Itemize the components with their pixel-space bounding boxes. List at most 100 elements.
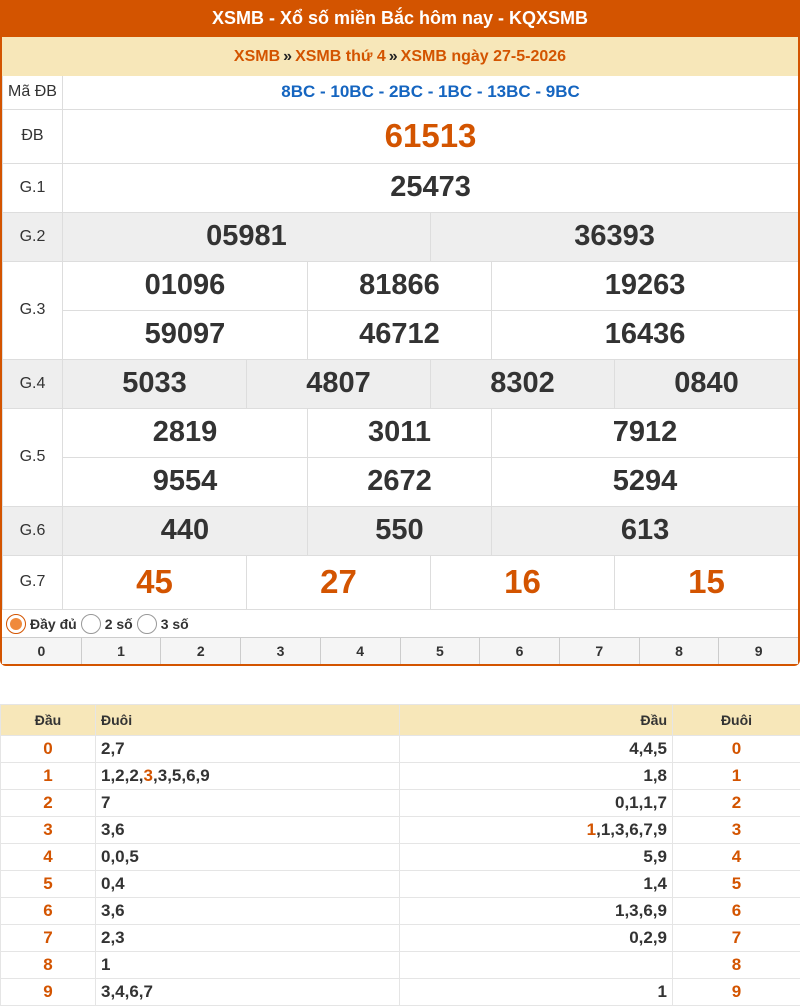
breadcrumb: XSMB» XSMB thứ 4» XSMB ngày 27-5-2026 bbox=[2, 37, 798, 76]
head-values-text: 0,2,9 bbox=[629, 928, 667, 947]
col-header-dau: Đầu bbox=[0, 704, 96, 736]
option-two-digits[interactable]: 2 số bbox=[80, 613, 133, 634]
tail-values-text: 3,6 bbox=[101, 901, 125, 920]
tail-values: 1,2,2,3,3,5,6,9 bbox=[95, 762, 400, 790]
prize-g4-number: 0840 bbox=[613, 358, 798, 409]
loto-head-tail-table: Đầu Đuôi Đầu Đuôi 0 2,7 4,4,5 0 1 1,2,2,3,3,5… bbox=[0, 704, 800, 1006]
prize-g3-number: 81866 bbox=[307, 260, 492, 311]
tail-digit: 2 bbox=[672, 789, 800, 817]
breadcrumb-separator: » bbox=[388, 48, 398, 65]
prize-g3-number: 59097 bbox=[62, 309, 308, 360]
table-row: 818 bbox=[0, 951, 800, 979]
prize-g5-number: 9554 bbox=[62, 456, 308, 507]
tail-values: 3,6 bbox=[95, 816, 400, 844]
display-options: Đầy đủ 2 số 3 số bbox=[2, 610, 798, 637]
head-values-text: 0,1,1,7 bbox=[615, 793, 667, 812]
tail-values: 2,3 bbox=[95, 924, 400, 952]
tail-digit: 4 bbox=[672, 843, 800, 871]
head-digit: 7 bbox=[0, 924, 96, 952]
table-row: 0 2,7 4,4,5 0 bbox=[0, 735, 800, 763]
prize-label-g1: G.1 bbox=[2, 162, 63, 213]
madb-value: 8BC - 10BC - 2BC - 1BC - 13BC - 9BC bbox=[61, 76, 798, 110]
prize-g6-number: 550 bbox=[307, 505, 492, 556]
head-digit: 8 bbox=[0, 951, 96, 979]
head-digit: 4 bbox=[0, 843, 96, 871]
table-row: 1 1,2,2,3,3,5,6,9 1,8 1 bbox=[0, 762, 800, 790]
tail-values: 3,6 bbox=[95, 897, 400, 925]
prize-g5-number: 2819 bbox=[62, 407, 308, 458]
head-values-text: ,1,3,6,7,9 bbox=[596, 820, 667, 839]
option-two-digits-label: 2 số bbox=[104, 615, 133, 632]
head-values: 1,4 bbox=[399, 870, 673, 898]
digit-filter-4[interactable]: 4 bbox=[321, 638, 401, 664]
col-header-duoi: Đuôi bbox=[95, 704, 400, 736]
tail-digit: 6 bbox=[672, 897, 800, 925]
prize-g5-number: 5294 bbox=[490, 456, 798, 507]
tail-values-text: ,3,5,6,9 bbox=[153, 766, 210, 785]
prize-g2-number: 36393 bbox=[429, 211, 798, 262]
tail-values-text: 3,4,6,7 bbox=[101, 982, 153, 1001]
tail-values: 1 bbox=[95, 951, 400, 979]
prize-label-g2: G.2 bbox=[2, 211, 63, 262]
digit-filter-5[interactable]: 5 bbox=[401, 638, 481, 664]
head-values: 0,1,1,7 bbox=[399, 789, 673, 817]
results-table: Mã ĐB 8BC - 10BC - 2BC - 1BC - 13BC - 9B… bbox=[2, 76, 798, 610]
prize-g5-number: 7912 bbox=[490, 407, 798, 458]
tail-digit: 3 bbox=[672, 816, 800, 844]
prize-g6-number: 613 bbox=[490, 505, 798, 556]
tail-values-highlight: 3 bbox=[143, 766, 154, 785]
tail-digit: 9 bbox=[672, 978, 800, 1006]
prize-label-g4: G.4 bbox=[2, 358, 63, 409]
radio-full-selected[interactable] bbox=[6, 613, 26, 634]
head-values-text: 1 bbox=[657, 982, 667, 1001]
head-digit: 9 bbox=[0, 978, 96, 1006]
head-values-text: 5,9 bbox=[643, 847, 667, 866]
radio-two-digits[interactable] bbox=[80, 613, 101, 634]
head-values-highlight: 1 bbox=[586, 820, 597, 839]
head-values: 5,9 bbox=[399, 843, 673, 871]
digit-filter-3[interactable]: 3 bbox=[241, 638, 321, 664]
madb-label: Mã ĐB bbox=[2, 76, 63, 110]
digit-filter-1[interactable]: 1 bbox=[82, 638, 162, 664]
tail-values: 0,4 bbox=[95, 870, 400, 898]
breadcrumb-date-link[interactable]: XSMB ngày 27-5-2026 bbox=[401, 48, 566, 65]
head-values: 1,8 bbox=[399, 762, 673, 790]
table-row: 2 7 0,1,1,7 2 bbox=[0, 789, 800, 817]
digit-filter-2[interactable]: 2 bbox=[161, 638, 242, 664]
head-values-text: 1,3,6,9 bbox=[615, 901, 667, 920]
head-digit: 1 bbox=[0, 762, 96, 790]
option-three-digits[interactable]: 3 số bbox=[136, 613, 189, 634]
table-row: 3 3,6 1,1,3,6,7,9 3 bbox=[0, 816, 800, 844]
prize-g5-number: 3011 bbox=[307, 407, 492, 458]
prize-label-g6: G.6 bbox=[2, 505, 63, 556]
tail-values-text: 1 bbox=[101, 955, 111, 974]
prize-label-db: ĐB bbox=[2, 108, 63, 164]
tail-digit: 5 bbox=[672, 870, 800, 898]
digit-filter-0[interactable]: 0 bbox=[2, 638, 82, 664]
digit-filter-8[interactable]: 8 bbox=[640, 638, 720, 664]
tail-values-text: 2,3 bbox=[101, 928, 125, 947]
radio-three-digits[interactable] bbox=[136, 613, 157, 634]
head-digit: 5 bbox=[0, 870, 96, 898]
prize-g2-number: 05981 bbox=[62, 211, 431, 262]
tail-values: 7 bbox=[95, 789, 400, 817]
breadcrumb-weekday-link[interactable]: XSMB thứ 4 bbox=[295, 48, 386, 65]
page-title: XSMB - Xổ số miền Bắc hôm nay - KQXSMB bbox=[2, 0, 798, 37]
tail-values-text: 2,7 bbox=[101, 739, 125, 758]
prize-label-g7: G.7 bbox=[2, 554, 63, 610]
prize-g3-number: 16436 bbox=[490, 309, 798, 360]
head-values: 0,2,9 bbox=[399, 924, 673, 952]
prize-label-g3: G.3 bbox=[2, 260, 63, 360]
col-header-dau-2: Đầu bbox=[399, 704, 673, 736]
prize-g3-number: 01096 bbox=[62, 260, 308, 311]
prize-g7-number: 27 bbox=[246, 554, 431, 610]
option-full[interactable]: Đầy đủ bbox=[6, 613, 77, 634]
digit-filter-6[interactable]: 6 bbox=[480, 638, 560, 664]
digit-filter-7[interactable]: 7 bbox=[560, 638, 640, 664]
tail-values-text: 1,2,2, bbox=[101, 766, 144, 785]
tail-values: 0,0,5 bbox=[95, 843, 400, 871]
digit-filter-9[interactable]: 9 bbox=[719, 638, 798, 664]
head-values-text: 4,4,5 bbox=[629, 739, 667, 758]
prize-g4-number: 8302 bbox=[430, 358, 615, 409]
breadcrumb-xsmb-link[interactable]: XSMB bbox=[234, 48, 280, 65]
